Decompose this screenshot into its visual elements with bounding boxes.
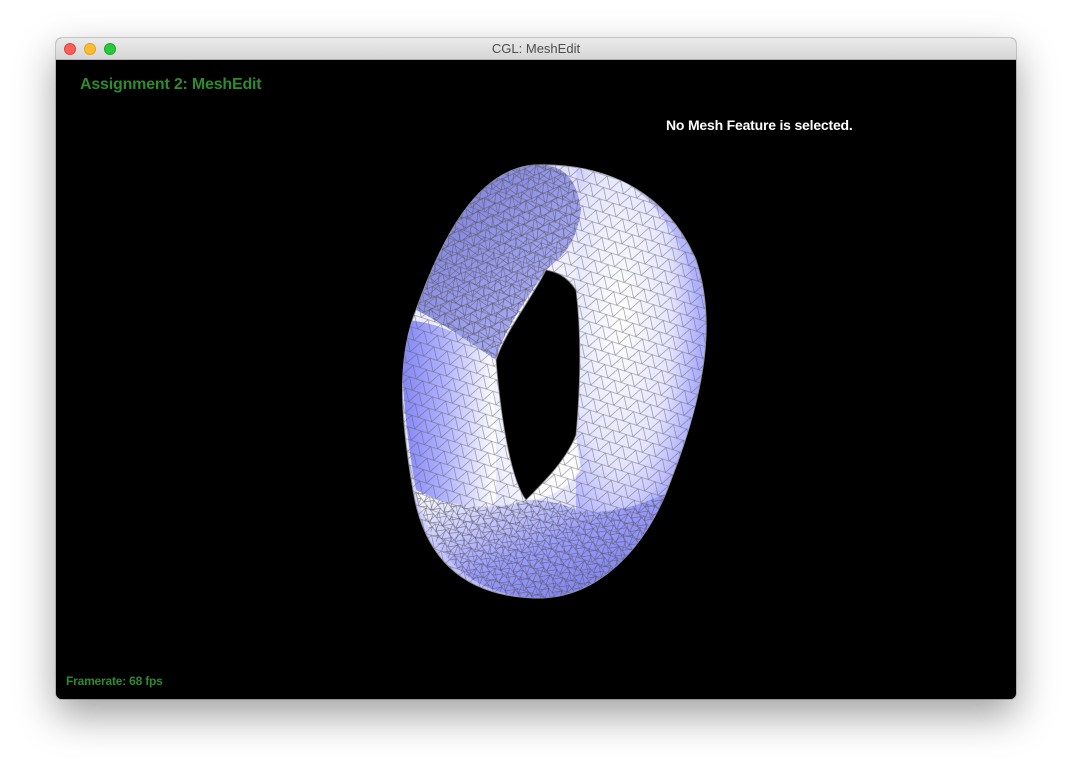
selection-status: No Mesh Feature is selected. <box>666 117 853 133</box>
window-titlebar[interactable]: CGL: MeshEdit <box>56 38 1016 60</box>
framerate-value: 68 fps <box>129 674 163 688</box>
framerate-label: Framerate: <box>66 674 127 688</box>
framerate-readout: Framerate: 68 fps <box>66 674 163 688</box>
window-title: CGL: MeshEdit <box>491 41 581 56</box>
app-title: Assignment 2: MeshEdit <box>80 76 262 93</box>
app-window: CGL: MeshEdit Assignment 2: MeshEdit No … <box>56 38 1016 699</box>
render-viewport[interactable]: Assignment 2: MeshEdit No Mesh Feature i… <box>56 60 1016 699</box>
torus-mesh-model[interactable] <box>56 60 1016 699</box>
